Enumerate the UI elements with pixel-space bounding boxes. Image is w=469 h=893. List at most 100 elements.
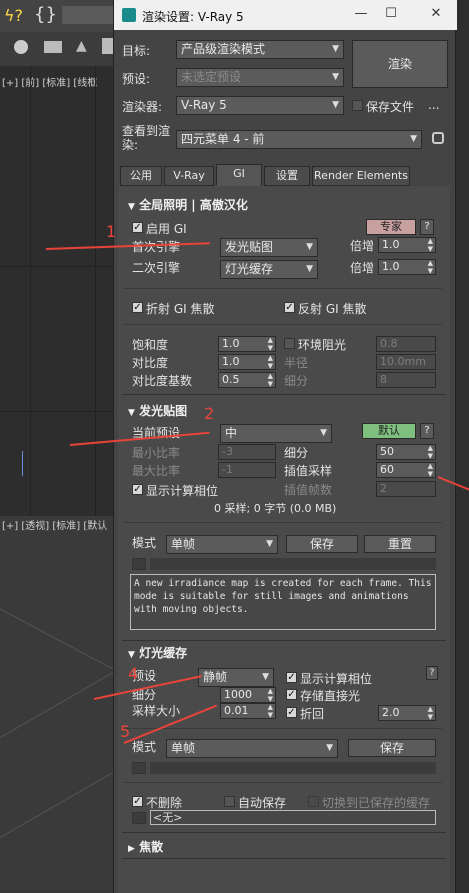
irr-subdivs-spinner[interactable]: 50 ▲ ▼ [376,444,436,460]
tab-gi[interactable]: GI [216,164,262,186]
lc-store-direct-label: 存储直接光 [300,689,361,703]
interp-samples-value: 60 [380,463,394,476]
viewport-front[interactable]: [+] [前] [标准] [线框 [0,66,118,516]
auto-save-checkbox[interactable] [224,796,235,807]
spinner-arrows-icon[interactable]: ▲ ▼ [268,372,273,388]
preset-dropdown[interactable]: 未选定预设 ▼ [176,68,344,87]
toolbar-field[interactable] [62,6,114,24]
titlebar[interactable]: 渲染设置: V-Ray 5 — ☐ ✕ [114,0,457,30]
renderer-dropdown[interactable]: V-Ray 5 ▼ [176,96,344,115]
chevron-down-icon: ▼ [306,242,313,252]
primary-engine-dropdown[interactable]: 发光贴图 ▼ [220,238,318,257]
secondary-engine-dropdown[interactable]: 灯光缓存 ▼ [220,260,318,279]
max-rate-label: 最大比率 [132,464,181,478]
close-button[interactable]: ✕ [424,4,448,24]
refractive-caustics-checkbox[interactable]: ✓ [132,302,143,313]
renderer-label: 渲染器: [122,100,163,114]
lc-file-button[interactable] [132,762,146,774]
primary-mult-spinner[interactable]: 1.0 ▲ ▼ [378,237,436,253]
lc-sample-size-spinner[interactable]: 0.01 ▲ ▼ [220,703,276,719]
lc-store-direct-checkbox[interactable]: ✓ [286,689,297,700]
spinner-arrows-icon[interactable]: ▲ ▼ [428,705,433,721]
switch-saved-checkbox[interactable] [308,796,319,807]
interp-samples-spinner[interactable]: 60 ▲ ▼ [376,462,436,478]
enable-gi-checkbox[interactable]: ✓ [132,222,143,233]
irr-file-field[interactable] [150,558,436,570]
default-button[interactable]: 默认 [362,423,416,439]
save-file-browse[interactable]: ... [428,98,439,112]
irr-file-button[interactable] [132,558,146,570]
lc-subdivs-value: 1000 [224,688,252,701]
tab-render-elements[interactable]: Render Elements [312,166,410,186]
caustics-rollout-header[interactable]: ▶ 焦散 [128,838,163,855]
viewport-persp-label[interactable]: [+] [透视] [标准] [默认 [2,517,107,532]
tab-settings[interactable]: 设置 [264,166,310,186]
spinner-arrows-icon[interactable]: ▲ ▼ [268,703,273,719]
irr-mode-dropdown[interactable]: 单帧 ▼ [166,535,278,554]
lightcache-rollout-header[interactable]: ▼ 灯光缓存 [128,644,187,661]
lc-save-button[interactable]: 保存 [348,739,436,757]
min-rate-spinner[interactable]: -3 [218,444,276,460]
tab-vray[interactable]: V-Ray [164,166,214,186]
max-rate-spinner[interactable]: -1 [218,462,276,478]
radius-spinner[interactable]: 10.0mm [376,354,436,370]
contrast-value: 1.0 [222,355,240,368]
interp-frames-spinner[interactable]: 2 [376,481,436,497]
lc-mode-label: 模式 [132,740,157,754]
lc-subdivs-spinner[interactable]: 1000 ▲ ▼ [220,687,276,703]
camera-icon[interactable] [44,41,62,53]
lc-cache-file-button[interactable] [132,812,146,824]
gi-rollout-header[interactable]: ▼ 全局照明 | 高傲汉化 [128,196,248,213]
save-file-label: 保存文件 [366,100,415,114]
spinner-arrows-icon[interactable]: ▲ ▼ [428,444,433,460]
current-preset-dropdown[interactable]: 中 ▼ [220,424,332,443]
view-label: 查看到渲染: [122,124,171,152]
sun-icon[interactable] [14,40,28,54]
target-dropdown[interactable]: 产品级渲染模式 ▼ [176,40,344,59]
viewport-front-label[interactable]: [+] [前] [标准] [线框 [2,74,97,89]
expert-button[interactable]: 专家 [366,219,416,235]
lc-cache-file-field[interactable]: <无> [150,810,436,825]
render-button[interactable]: 渲染 [352,40,448,88]
spinner-arrows-icon[interactable]: ▲ ▼ [268,354,273,370]
save-file-checkbox[interactable] [352,100,363,111]
spinner-arrows-icon[interactable]: ▲ ▼ [428,259,433,275]
contrast-spinner[interactable]: 1.0 ▲ ▼ [218,354,276,370]
help-button[interactable]: ? [420,219,434,235]
lc-mode-dropdown[interactable]: 单帧 ▼ [166,739,338,758]
maximize-button[interactable]: ☐ [379,4,403,24]
viewport-perspective[interactable] [0,531,118,893]
spinner-arrows-icon[interactable]: ▲ ▼ [428,462,433,478]
contrast-base-spinner[interactable]: 0.5 ▲ ▼ [218,372,276,388]
lc-retrace-checkbox[interactable]: ✓ [286,707,297,718]
reflective-caustics-checkbox[interactable]: ✓ [284,302,295,313]
tab-common[interactable]: 公用 [120,166,162,186]
saturation-spinner[interactable]: 1.0 ▲ ▼ [218,336,276,352]
lc-file-field[interactable] [150,762,436,774]
irr-show-calc-checkbox[interactable]: ✓ [132,484,143,495]
braces-icon[interactable]: {} [34,4,57,25]
ao-checkbox[interactable] [284,338,295,349]
lock-icon[interactable] [432,132,444,144]
lc-help-button[interactable]: ? [426,666,438,680]
dont-delete-checkbox[interactable]: ✓ [132,796,143,807]
irradiance-rollout-header[interactable]: ▼ 发光贴图 [128,402,187,419]
spinner-arrows-icon[interactable]: ▲ ▼ [268,687,273,703]
irr-reset-button[interactable]: 重置 [364,535,436,553]
spinner-arrows-icon[interactable]: ▲ ▼ [268,336,273,352]
view-dropdown[interactable]: 四元菜单 4 - 前 ▼ [176,130,422,149]
irr-save-button[interactable]: 保存 [286,535,358,553]
annotation-2: 2 [204,404,215,423]
lc-show-calc-checkbox[interactable]: ✓ [286,672,297,683]
spinner-arrows-icon[interactable]: ▲ ▼ [428,237,433,253]
irradiance-help-button[interactable]: ? [420,423,434,439]
lc-preset-dropdown[interactable]: 静帧 ▼ [198,668,274,687]
minimize-button[interactable]: — [349,4,373,24]
ao-subdivs-value: 8 [380,373,387,386]
tree-icon[interactable]: ▲ [76,38,87,54]
help-icon[interactable]: ϟ? [4,6,23,25]
lc-retrace-spinner[interactable]: 2.0 ▲ ▼ [378,705,436,721]
ao-subdivs-spinner[interactable]: 8 [376,372,436,388]
ao-spinner[interactable]: 0.8 [376,336,436,352]
secondary-mult-spinner[interactable]: 1.0 ▲ ▼ [378,259,436,275]
